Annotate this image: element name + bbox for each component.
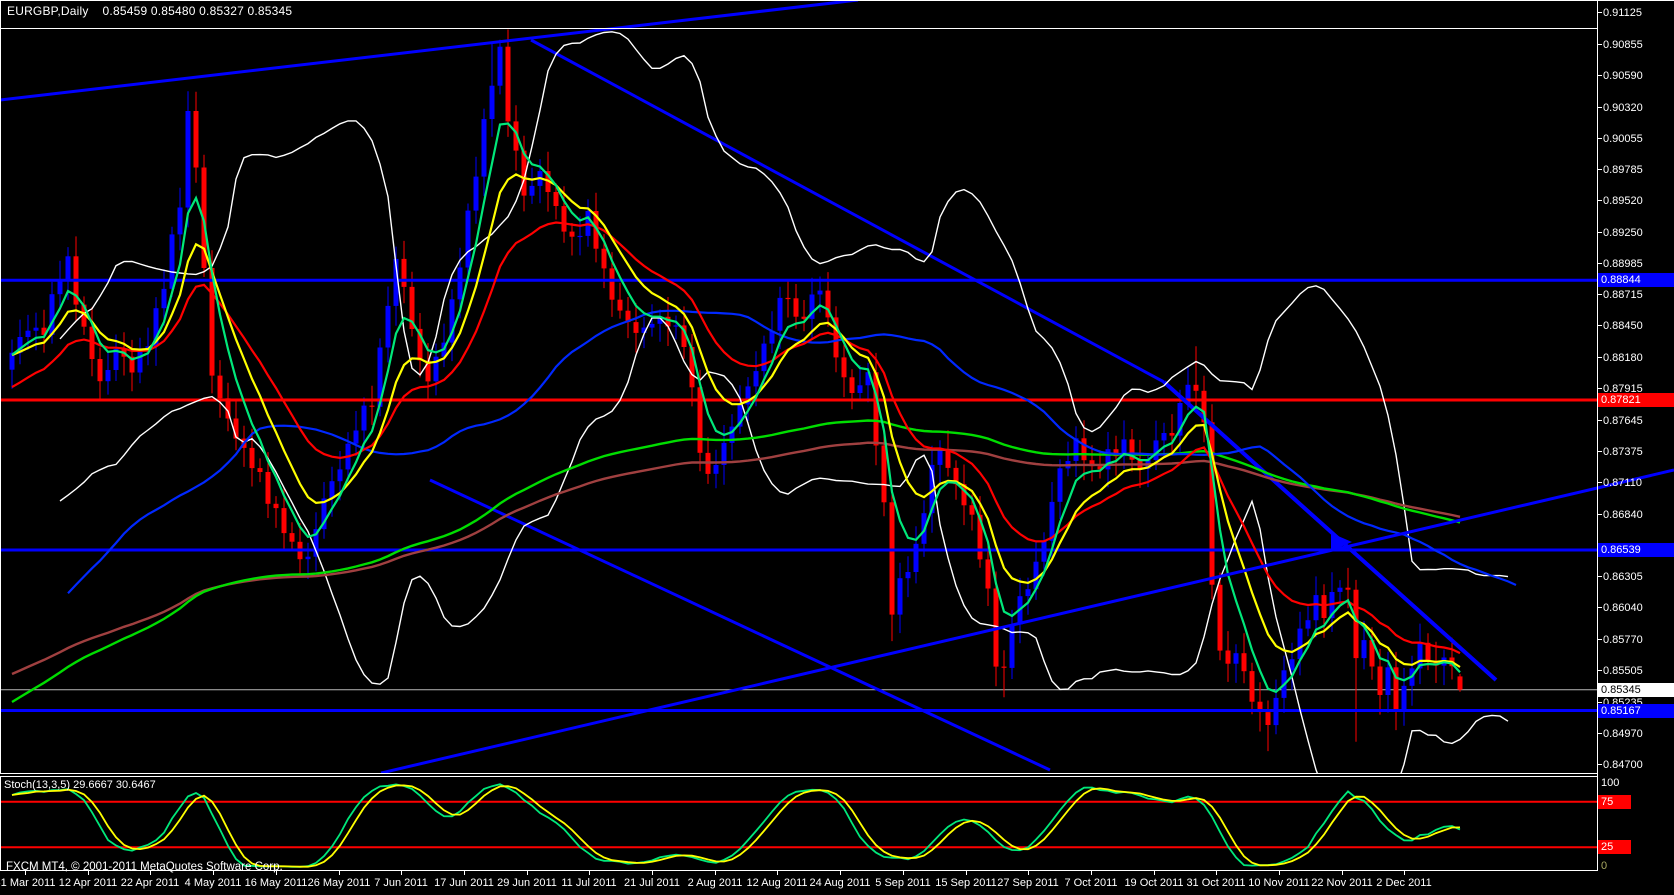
time-tick-label: 21 Jul 2011	[624, 877, 680, 889]
chart-left-border	[0, 0, 1, 870]
main-price-panel[interactable]	[0, 0, 1597, 824]
price-tick-label: 0.86040	[1598, 601, 1643, 615]
time-tick-label: 7 Jun 2011	[374, 877, 428, 889]
time-tick-label: 31 Mar 2011	[0, 877, 55, 889]
stoch-signal-line	[12, 785, 1460, 866]
price-tick-label: 0.86305	[1598, 570, 1643, 584]
stochastic-indicator-label: Stoch(13,3,5) 29.6667 30.6467	[4, 779, 156, 791]
time-tick-label: 2 Dec 2011	[1376, 877, 1431, 889]
symbol-timeframe-label: EURGBP,Daily	[7, 4, 89, 18]
time-tick-label: 7 Oct 2011	[1065, 877, 1118, 889]
time-tick-mark	[1404, 871, 1405, 875]
price-tick-label: 0.85770	[1598, 633, 1643, 647]
time-tick-mark	[1279, 871, 1280, 875]
time-tick-mark	[401, 871, 402, 875]
price-level-label: 0.86539	[1598, 543, 1674, 557]
descending-trendline-lower[interactable]	[430, 480, 1050, 770]
platform-copyright-label: FXCM MT4, © 2001-2011 MetaQuotes Softwar…	[6, 861, 283, 873]
bull-candle-wicks	[12, 40, 1444, 735]
price-level-label: 0.85345	[1598, 683, 1674, 697]
time-tick-mark	[527, 871, 528, 875]
time-tick-label: 27 Sep 2011	[997, 877, 1059, 889]
indicator-window-separator[interactable]	[0, 773, 1597, 777]
time-tick-mark	[966, 871, 967, 875]
price-tick-label: 0.87645	[1598, 414, 1643, 428]
ma-red[interactable]	[12, 223, 1460, 654]
time-tick-mark	[715, 871, 716, 875]
mt4-chart-window: EURGBP,Daily 0.85459 0.85480 0.85327 0.85…	[0, 0, 1674, 895]
time-tick-label: 12 Aug 2011	[747, 877, 808, 889]
time-tick-mark	[652, 871, 653, 875]
price-tick-label: 0.85505	[1598, 664, 1643, 678]
descending-trendline-main[interactable]	[531, 40, 1164, 382]
price-tick-label: 0.89520	[1598, 194, 1643, 208]
price-tick-label: 0.87110	[1598, 476, 1642, 490]
price-tick-label: 0.90055	[1598, 132, 1643, 146]
price-tick-label: 0.88180	[1598, 351, 1643, 365]
time-tick-label: 19 Oct 2011	[1124, 877, 1183, 889]
price-tick-label: 0.90855	[1598, 38, 1643, 52]
price-tick-label: 0.84700	[1598, 758, 1643, 772]
chart-top-border	[0, 28, 1597, 29]
time-tick-mark	[1342, 871, 1343, 875]
time-tick-mark	[903, 871, 904, 875]
stoch-scale-label: 75	[1598, 795, 1631, 809]
time-tick-label: 4 May 2011	[185, 877, 242, 889]
price-tick-label: 0.88450	[1598, 319, 1643, 333]
price-tick-label: 0.90590	[1598, 69, 1643, 83]
time-tick-label: 17 Jun 2011	[434, 877, 494, 889]
ascending-trendline-lower[interactable]	[381, 470, 1674, 773]
main-chart-canvas[interactable]	[0, 0, 1674, 895]
chart-title: EURGBP,Daily 0.85459 0.85480 0.85327 0.85…	[7, 4, 292, 18]
time-tick-label: 16 May 2011	[245, 877, 308, 889]
price-tick-label: 0.89785	[1598, 163, 1643, 177]
time-tick-label: 31 Oct 2011	[1186, 877, 1245, 889]
price-level-label: 0.88844	[1598, 273, 1674, 287]
time-tick-mark	[1091, 871, 1092, 875]
price-tick-label: 0.89250	[1598, 226, 1643, 240]
time-tick-mark	[589, 871, 590, 875]
price-tick-label: 0.88715	[1598, 288, 1643, 302]
price-tick-label: 0.90320	[1598, 101, 1643, 115]
time-tick-label: 29 Jun 2011	[497, 877, 557, 889]
stoch-scale-label: 25	[1598, 840, 1631, 854]
price-tick-label: 0.84970	[1598, 727, 1643, 741]
price-level-label: 0.85167	[1598, 704, 1674, 718]
time-tick-mark	[1028, 871, 1029, 875]
time-tick-mark	[339, 871, 340, 875]
time-tick-label: 22 Nov 2011	[1311, 877, 1373, 889]
time-tick-mark	[464, 871, 465, 875]
time-tick-label: 12 Apr 2011	[59, 877, 118, 889]
ohlc-values-label: 0.85459 0.85480 0.85327 0.85345	[103, 4, 293, 18]
time-tick-label: 10 Nov 2011	[1248, 877, 1310, 889]
price-tick-label: 0.88985	[1598, 257, 1643, 271]
time-tick-label: 2 Aug 2011	[688, 877, 743, 889]
bollinger-lower-band[interactable]	[60, 318, 1508, 824]
price-tick-label: 0.91125	[1598, 6, 1642, 20]
time-tick-mark	[777, 871, 778, 875]
price-level-label: 0.87821	[1598, 393, 1674, 407]
ma-maroon-slow[interactable]	[12, 443, 1460, 674]
stoch-scale-label: 100	[1598, 776, 1631, 790]
time-tick-label: 15 Sep 2011	[935, 877, 997, 889]
time-tick-mark	[1216, 871, 1217, 875]
time-tick-label: 22 Apr 2011	[121, 877, 180, 889]
ma-yellow[interactable]	[12, 174, 1460, 667]
stoch-scale-label: 0	[1598, 859, 1631, 873]
price-tick-label: 0.86840	[1598, 508, 1643, 522]
time-tick-label: 5 Sep 2011	[875, 877, 930, 889]
window-top-border	[0, 0, 1674, 1]
stochastic-panel[interactable]	[0, 784, 1597, 867]
time-tick-mark	[840, 871, 841, 875]
time-tick-label: 24 Aug 2011	[810, 877, 871, 889]
time-tick-label: 26 May 2011	[308, 877, 371, 889]
price-tick-label: 0.87375	[1598, 445, 1643, 459]
time-tick-mark	[1154, 871, 1155, 875]
time-tick-label: 11 Jul 2011	[561, 877, 616, 889]
